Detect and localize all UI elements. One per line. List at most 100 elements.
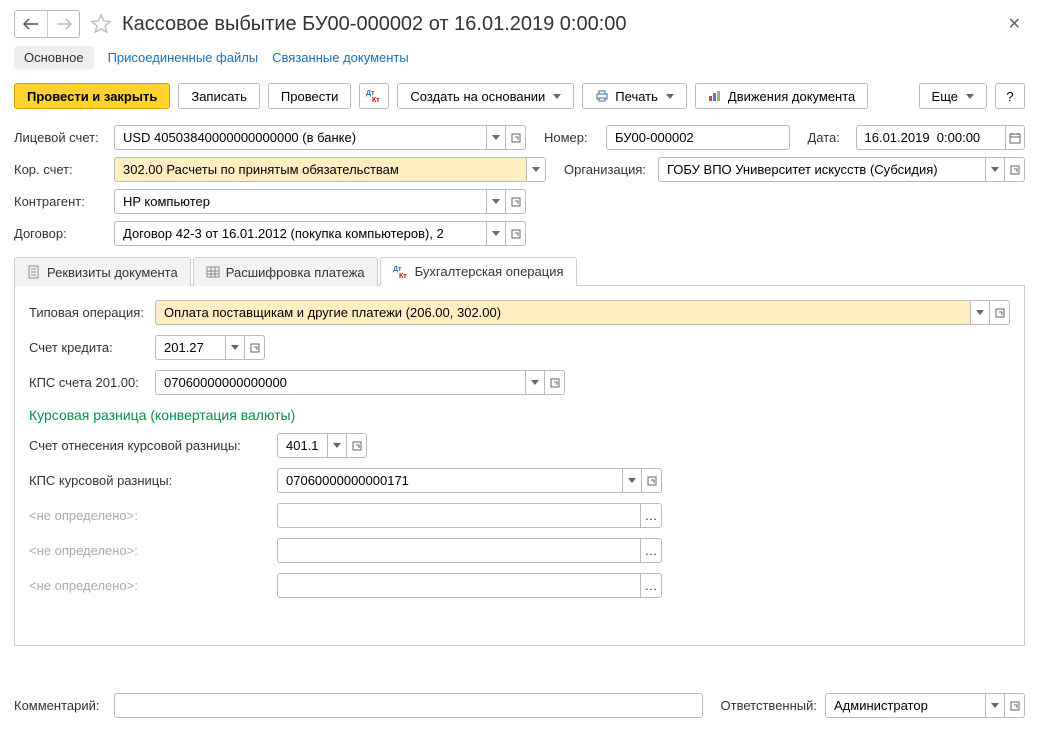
account-field[interactable] [114, 125, 526, 150]
counterparty-input[interactable] [121, 193, 480, 210]
link-related-docs[interactable]: Связанные документы [272, 46, 409, 69]
post-button[interactable]: Провести [268, 83, 352, 109]
comment-input[interactable] [121, 697, 696, 714]
dropdown-button[interactable] [486, 125, 506, 150]
date-field[interactable] [856, 125, 1026, 150]
svg-text:Кт: Кт [399, 273, 407, 279]
ellipsis-button[interactable]: … [640, 538, 662, 563]
link-attached-files[interactable]: Присоединенные файлы [108, 46, 259, 69]
tab-content: Типовая операция: Счет кредита: КПС счет… [14, 286, 1025, 646]
undefined-field-2[interactable]: … [277, 538, 662, 563]
kps-diff-field[interactable] [277, 468, 662, 493]
open-icon [647, 476, 657, 486]
organization-input[interactable] [665, 161, 979, 178]
svg-text:Кт: Кт [372, 97, 380, 103]
undefined-field-1[interactable]: … [277, 503, 662, 528]
calendar-icon [1009, 132, 1021, 144]
open-button[interactable] [1005, 157, 1025, 182]
label-undefined-2: <не определено>: [29, 543, 269, 558]
open-button[interactable] [545, 370, 565, 395]
open-button[interactable] [1005, 693, 1025, 718]
more-button[interactable]: Еще [919, 83, 987, 109]
dropdown-button[interactable] [486, 221, 506, 246]
open-button[interactable] [990, 300, 1010, 325]
back-button[interactable] [15, 11, 47, 37]
undefined-field-3[interactable]: … [277, 573, 662, 598]
link-main[interactable]: Основное [14, 46, 94, 69]
dropdown-button[interactable] [327, 433, 347, 458]
doc-movements-button[interactable]: Движения документа [695, 83, 868, 109]
date-input[interactable] [863, 129, 1000, 146]
diff-account-input[interactable] [284, 437, 321, 454]
close-button[interactable]: ✕ [1004, 10, 1025, 38]
dt-kt-icon: Дт Кт [393, 265, 409, 279]
label-comment: Комментарий: [14, 698, 106, 713]
label-kps-diff: КПС курсовой разницы: [29, 473, 269, 488]
corr-account-input[interactable] [121, 161, 520, 178]
dropdown-button[interactable] [525, 370, 545, 395]
kps-201-input[interactable] [162, 374, 519, 391]
open-button[interactable] [506, 189, 526, 214]
account-input[interactable] [121, 129, 480, 146]
label-organization: Организация: [564, 162, 650, 177]
forward-button[interactable] [47, 11, 79, 37]
toolbar: Провести и закрыть Записать Провести Дт … [14, 83, 1025, 109]
number-input[interactable] [613, 129, 783, 146]
calendar-button[interactable] [1005, 125, 1025, 150]
undefined-input-1[interactable] [284, 507, 634, 524]
tab-accounting[interactable]: Дт Кт Бухгалтерская операция [380, 257, 577, 286]
credit-account-input[interactable] [162, 339, 219, 356]
open-button[interactable] [506, 221, 526, 246]
help-button[interactable]: ? [995, 83, 1025, 109]
favorite-star-icon[interactable] [90, 13, 112, 35]
save-button[interactable]: Записать [178, 83, 260, 109]
counterparty-field[interactable] [114, 189, 526, 214]
label-kps-201: КПС счета 201.00: [29, 375, 147, 390]
kps-diff-input[interactable] [284, 472, 616, 489]
open-button[interactable] [506, 125, 526, 150]
dropdown-button[interactable] [486, 189, 506, 214]
typical-op-field[interactable] [155, 300, 1010, 325]
open-icon [1010, 701, 1020, 711]
contract-field[interactable] [114, 221, 526, 246]
undefined-input-2[interactable] [284, 542, 634, 559]
corr-account-field[interactable] [114, 157, 546, 182]
organization-field[interactable] [658, 157, 1025, 182]
section-currency-diff: Курсовая разница (конвертация валюты) [29, 407, 1010, 423]
label-number: Номер: [544, 130, 598, 145]
responsible-input[interactable] [832, 697, 979, 714]
open-icon [250, 343, 260, 353]
print-button[interactable]: Печать [582, 83, 687, 109]
create-based-on-button[interactable]: Создать на основании [397, 83, 574, 109]
credit-account-field[interactable] [155, 335, 265, 360]
dropdown-button[interactable] [985, 157, 1005, 182]
typical-op-input[interactable] [162, 304, 964, 321]
contract-input[interactable] [121, 225, 480, 242]
dropdown-button[interactable] [526, 157, 546, 182]
open-icon [511, 229, 521, 239]
responsible-field[interactable] [825, 693, 1025, 718]
dropdown-button[interactable] [622, 468, 642, 493]
comment-field[interactable] [114, 693, 703, 718]
tab-requisites[interactable]: Реквизиты документа [14, 257, 191, 286]
open-button[interactable] [347, 433, 367, 458]
dropdown-button[interactable] [225, 335, 245, 360]
dropdown-button[interactable] [985, 693, 1005, 718]
open-icon [511, 133, 521, 143]
tab-decoding[interactable]: Расшифровка платежа [193, 257, 378, 286]
tab-accounting-label: Бухгалтерская операция [415, 264, 564, 279]
label-undefined-3: <не определено>: [29, 578, 269, 593]
open-button[interactable] [642, 468, 662, 493]
ellipsis-button[interactable]: … [640, 503, 662, 528]
kps-201-field[interactable] [155, 370, 565, 395]
dt-kt-button[interactable]: Дт Кт [359, 83, 389, 109]
ellipsis-button[interactable]: … [640, 573, 662, 598]
open-button[interactable] [245, 335, 265, 360]
dropdown-button[interactable] [970, 300, 990, 325]
undefined-input-3[interactable] [284, 577, 634, 594]
label-diff-account: Счет отнесения курсовой разницы: [29, 438, 269, 453]
post-and-close-button[interactable]: Провести и закрыть [14, 83, 170, 109]
open-icon [550, 378, 560, 388]
number-field[interactable] [606, 125, 790, 150]
diff-account-field[interactable] [277, 433, 367, 458]
